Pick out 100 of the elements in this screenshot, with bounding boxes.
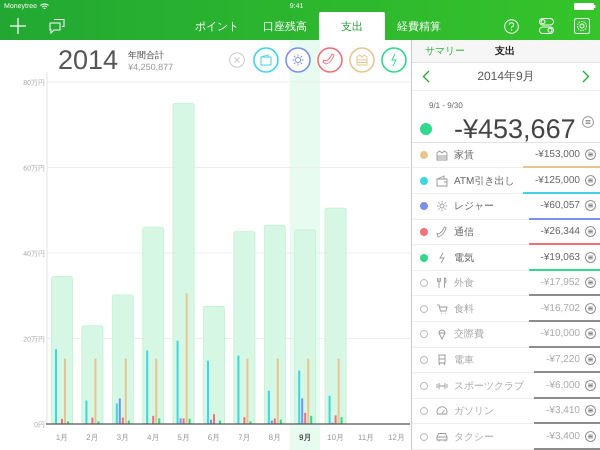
building-icon [436,149,448,162]
category-dot[interactable] [420,228,428,236]
category-name: タクシー [454,430,495,444]
month-title: 2014年9月 [477,68,535,85]
date-range: 9/1 - 9/30 [429,100,463,110]
settings-icon[interactable] [574,18,590,34]
category-dot[interactable] [420,330,428,338]
list-icon[interactable] [585,354,596,365]
list-icon[interactable] [585,226,596,237]
month-label[interactable]: 10月 [327,433,344,442]
category-name: 家賃 [454,148,475,162]
month-label[interactable]: 1月 [56,433,68,442]
category-amount: -¥26,344 [540,226,580,237]
category-dot[interactable] [420,407,428,416]
category-name: 電気 [454,252,475,265]
list-icon[interactable] [585,200,596,212]
category-amount: -¥10,000 [540,328,580,340]
year-label: 2014 [58,44,118,76]
category-amount: -¥7,220 [546,354,580,365]
total-expense: -¥453,667 [454,114,576,145]
category-name: 電車 [454,354,475,367]
month-label[interactable]: 5月 [177,433,190,442]
list-icon[interactable] [585,328,596,340]
month-label[interactable]: 7月 [238,433,251,442]
train-icon [436,354,448,366]
toggles-icon[interactable] [539,18,554,34]
help-icon[interactable] [504,18,519,34]
category-name: 食料 [454,302,475,316]
plus-icon[interactable] [9,17,27,35]
category-amount: -¥125,000 [534,174,580,186]
category-name: レジャー [454,200,495,214]
list-icon[interactable] [582,116,594,128]
wallet-icon [436,174,448,187]
month-label[interactable]: 11月 [358,433,374,442]
cart-icon [436,302,448,315]
list-icon[interactable] [585,302,596,314]
list-icon[interactable] [585,430,596,442]
category-dot[interactable] [420,202,428,210]
month-label[interactable]: 3月 [116,433,130,442]
sun-icon [436,200,448,212]
nav-tab[interactable]: ポイント [183,12,251,40]
category-name: 外食 [454,277,475,290]
category-dot[interactable] [420,254,428,262]
month-label[interactable]: 2月 [86,433,99,442]
category-bar [237,356,240,424]
category-bar [85,400,88,424]
category-dot[interactable] [420,176,428,185]
category-name: スポーツクラブ [454,380,525,393]
category-amount: -¥16,702 [540,302,580,314]
filter-lightning-icon[interactable] [381,47,407,73]
summary-link[interactable]: サマリー [425,44,465,58]
category-amount: -¥19,063 [540,252,580,263]
category-name: 通信 [454,226,475,239]
panel-title: 支出 [495,44,515,58]
month-label[interactable]: 9月 [298,433,312,442]
fork-knife-icon [436,277,448,290]
filter-wallet-icon[interactable] [253,47,279,73]
nav-tab[interactable]: 経費精算 [385,12,453,40]
ice-cream-icon [436,328,448,340]
annual-total-label: 年間合計 [128,48,166,62]
category-dot[interactable] [420,382,428,390]
category-name: ガソリン [454,405,495,418]
gauge-icon [436,405,448,418]
category-dot[interactable] [420,432,428,441]
next-month-icon[interactable] [582,70,590,83]
annual-total-amount: ¥4,250,877 [128,62,174,72]
category-dot[interactable] [420,304,428,313]
previous-month-icon[interactable] [422,70,430,83]
nav-tab[interactable]: 口座残高 [251,12,319,40]
category-dot[interactable] [420,151,428,160]
filter-sun-icon[interactable] [285,47,311,73]
category-amount: -¥60,057 [540,200,580,212]
wifi-icon [40,2,50,10]
list-icon[interactable] [585,405,596,416]
battery-icon [574,2,596,10]
car-icon [436,430,448,443]
nav-tab[interactable]: 支出 [319,12,385,40]
list-icon[interactable] [585,174,596,186]
clear-filter-icon[interactable] [229,52,245,68]
category-amount: -¥6,000 [546,380,580,391]
category-amount: -¥3,400 [546,430,580,442]
list-icon[interactable] [585,277,596,288]
month-label[interactable]: 6月 [208,433,220,442]
filter-phone-icon[interactable] [317,47,343,73]
category-amount: -¥153,000 [534,149,580,160]
category-dot[interactable] [420,356,428,364]
month-label[interactable]: 8月 [268,433,282,442]
list-icon[interactable] [585,380,596,391]
list-icon[interactable] [585,252,596,263]
category-name: 交際費 [454,328,485,342]
category-dot[interactable] [420,279,428,288]
category-amount: -¥17,952 [540,277,580,288]
list-icon[interactable] [585,149,596,160]
category-amount: -¥3,410 [546,405,580,416]
category-name: ATM引き出し [454,174,516,188]
phone-icon [436,226,448,238]
chat-bubbles-icon[interactable] [49,18,65,34]
month-label[interactable]: 4月 [146,433,160,442]
filter-building-icon[interactable] [349,47,375,73]
month-label[interactable]: 12月 [388,433,405,442]
